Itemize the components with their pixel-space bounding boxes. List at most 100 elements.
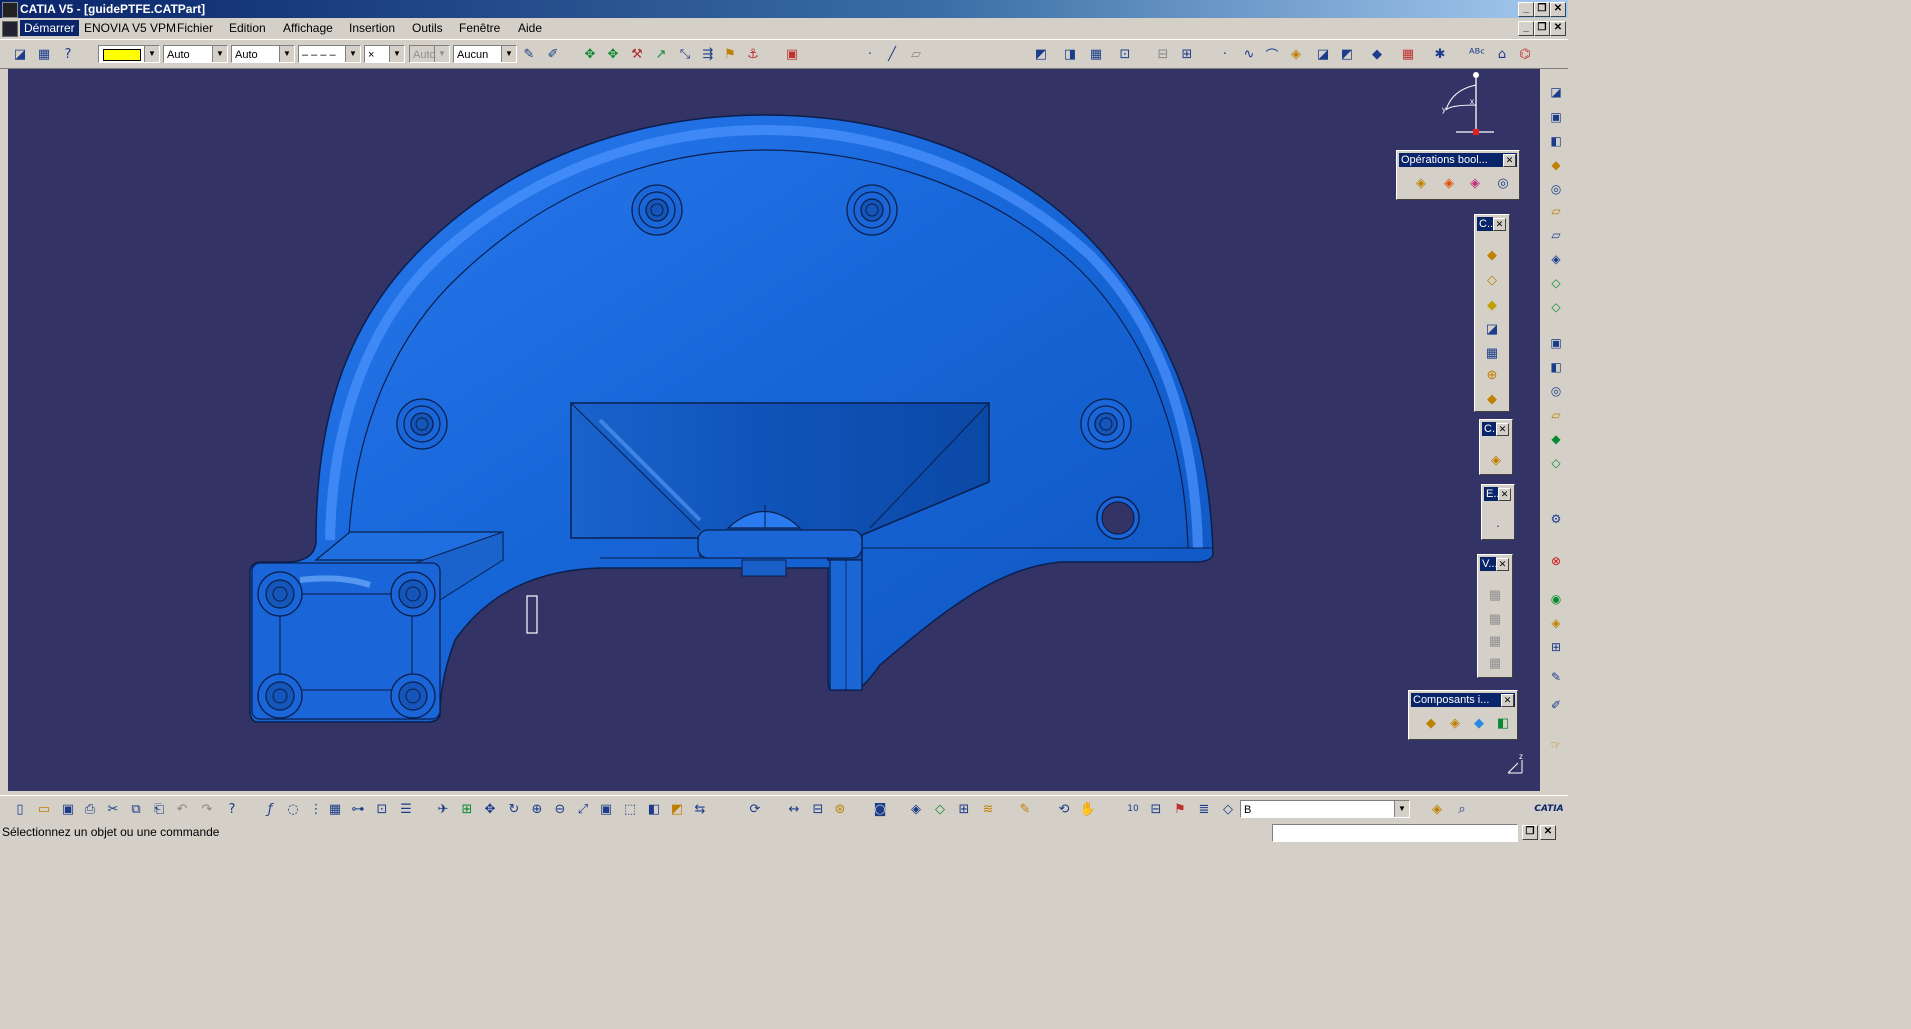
edit-icon[interactable]: ✐ — [1547, 696, 1565, 714]
measure-item-icon[interactable]: ⊟ — [808, 799, 828, 819]
fly-icon[interactable]: ✈ — [433, 799, 453, 819]
close-icon[interactable]: ✕ — [1496, 423, 1509, 436]
stack-icon[interactable]: ≣ — [1194, 799, 1214, 819]
catalog-icon[interactable]: ▣ — [782, 44, 802, 64]
arc-icon[interactable]: ⌒ — [1262, 44, 1282, 64]
status-restore-button[interactable]: ❐ — [1522, 825, 1538, 840]
table-icon[interactable]: ▦ — [325, 799, 345, 819]
draft-icon[interactable]: ▱ — [1547, 202, 1565, 220]
plane-tool-icon[interactable]: ▱ — [906, 44, 926, 64]
panel-title[interactable]: Composants i... — [1411, 693, 1515, 707]
move-compass-icon[interactable]: ✥ — [580, 44, 600, 64]
rotate-icon[interactable]: ◎ — [1547, 382, 1565, 400]
surface-icon[interactable]: ◈ — [1486, 450, 1506, 470]
apply-material-icon[interactable]: ◈ — [906, 799, 926, 819]
close-icon[interactable]: ✕ — [1501, 694, 1514, 707]
doc-close-button[interactable]: ✕ — [1550, 21, 1566, 36]
binary-icon[interactable]: 10 — [1123, 799, 1143, 819]
color-combo[interactable]: ▼ — [98, 45, 160, 63]
view-2-icon[interactable]: ▦ — [1485, 609, 1505, 629]
close-icon[interactable]: ✕ — [1493, 218, 1506, 231]
status-close-button[interactable]: ✕ — [1540, 825, 1556, 840]
search-icon[interactable]: ⌕ — [1452, 799, 1472, 819]
wireframe-icon[interactable]: ◪ — [1313, 44, 1333, 64]
normal-view-icon[interactable]: ⤢ — [573, 799, 593, 819]
line-tool-icon[interactable]: ╱ — [882, 44, 902, 64]
shading-icon[interactable]: ◩ — [1337, 44, 1357, 64]
surface-tool-icon[interactable]: ◈ — [1286, 44, 1306, 64]
remove-icon[interactable]: ◈ — [1465, 173, 1485, 193]
intersect-icon[interactable]: ◎ — [1493, 173, 1513, 193]
comment-icon[interactable]: ◌ — [283, 799, 303, 819]
menu-fichier[interactable]: Fichier — [173, 20, 217, 36]
block-hole-2[interactable] — [390, 571, 436, 617]
anchor-icon[interactable]: ⚓ — [743, 44, 763, 64]
thermometer-icon[interactable]: ⋮ — [306, 799, 326, 819]
menu-aide[interactable]: Aide — [514, 20, 546, 36]
minimize-button[interactable]: _ — [1518, 2, 1534, 17]
slot-channel[interactable] — [697, 529, 863, 559]
save-icon[interactable]: ▣ — [58, 799, 78, 819]
shaft-icon[interactable]: ◆ — [1482, 295, 1502, 315]
list-icon[interactable]: ☰ — [396, 799, 416, 819]
cut-icon[interactable]: ✂ — [103, 799, 123, 819]
mirror-icon[interactable]: ◇ — [1547, 274, 1565, 292]
brush-icon[interactable]: ✐ — [543, 44, 563, 64]
shell-icon[interactable]: ◎ — [1547, 180, 1565, 198]
close-icon[interactable]: ✕ — [1498, 488, 1511, 501]
block-hole-1[interactable] — [257, 571, 303, 617]
panel-title[interactable]: Opérations bool... — [1399, 153, 1517, 167]
fillet-icon[interactable]: ◆ — [1547, 156, 1565, 174]
dot-icon[interactable]: · — [1215, 44, 1235, 64]
close-icon[interactable]: ✕ — [1503, 154, 1516, 167]
section-icon[interactable]: ⊞ — [954, 799, 974, 819]
painter-icon[interactable]: ✎ — [519, 44, 539, 64]
measure-between-icon[interactable]: ↔ — [784, 799, 804, 819]
view-1-icon[interactable]: ▦ — [1485, 585, 1505, 605]
menu-affichage[interactable]: Affichage — [279, 20, 337, 36]
view-3-icon[interactable]: ▦ — [1485, 631, 1505, 651]
thickness-icon[interactable]: ▱ — [1547, 226, 1565, 244]
redo-icon[interactable]: ↷ — [197, 799, 217, 819]
menu-outils[interactable]: Outils — [408, 20, 447, 36]
pad-icon[interactable]: ◆ — [1482, 245, 1502, 265]
undo-icon[interactable]: ↶ — [172, 799, 192, 819]
3d-viewport[interactable]: y x z — [8, 69, 1540, 791]
mount-hole-4[interactable] — [1080, 398, 1132, 450]
camera-icon[interactable]: ◙ — [870, 799, 890, 819]
rotate-compass-icon[interactable]: ✥ — [603, 44, 623, 64]
rib-icon[interactable]: ▦ — [1482, 343, 1502, 363]
copy-icon[interactable]: ⧉ — [126, 799, 146, 819]
eraser-icon[interactable]: ◇ — [1218, 799, 1238, 819]
text-annotation-icon[interactable]: ᴬᴮᶜ — [1467, 44, 1487, 64]
hand-icon[interactable]: ☞ — [1547, 736, 1565, 754]
examine-icon[interactable]: ◨ — [1060, 44, 1080, 64]
align-icon[interactable]: ⇶ — [698, 44, 718, 64]
close-icon[interactable]: ✕ — [1496, 558, 1509, 571]
stiffener-icon[interactable]: ◆ — [1482, 389, 1502, 409]
mount-hole-1[interactable] — [631, 184, 683, 236]
frame-icon[interactable]: ▣ — [1547, 108, 1565, 126]
split-icon[interactable]: ◈ — [1547, 250, 1565, 268]
material-icon[interactable]: ◈ — [1547, 614, 1565, 632]
power-input-icon[interactable]: ◈ — [1427, 799, 1447, 819]
scene-icon[interactable]: ◇ — [930, 799, 950, 819]
paint-bucket-icon[interactable]: ⌬ — [1515, 44, 1535, 64]
print-icon[interactable]: ⎙ — [80, 799, 100, 819]
zoom-out-icon[interactable]: ⊖ — [550, 799, 570, 819]
filter-tool-icon[interactable]: ⚑ — [1170, 799, 1190, 819]
point-icon[interactable]: · — [1488, 515, 1508, 535]
filter-icon[interactable]: ⚑ — [720, 44, 740, 64]
xyz-icon[interactable]: ⤡ — [675, 44, 695, 64]
point-type-combo[interactable]: × ▼ — [364, 45, 405, 63]
assemble-icon[interactable]: ◈ — [1411, 173, 1431, 193]
point-tool-icon[interactable]: · — [860, 44, 880, 64]
grab-icon[interactable]: ✋ — [1078, 799, 1098, 819]
document-icon[interactable] — [2, 21, 18, 37]
axis-icon[interactable]: ↗ — [651, 44, 671, 64]
fit-icon[interactable]: ⊞ — [457, 799, 477, 819]
rotate-view-icon[interactable]: ↻ — [504, 799, 524, 819]
menu-fenetre[interactable]: Fenêtre — [455, 20, 504, 36]
settings-gear-icon[interactable]: ⚙ — [1547, 510, 1565, 528]
block-hole-4[interactable] — [390, 673, 436, 719]
